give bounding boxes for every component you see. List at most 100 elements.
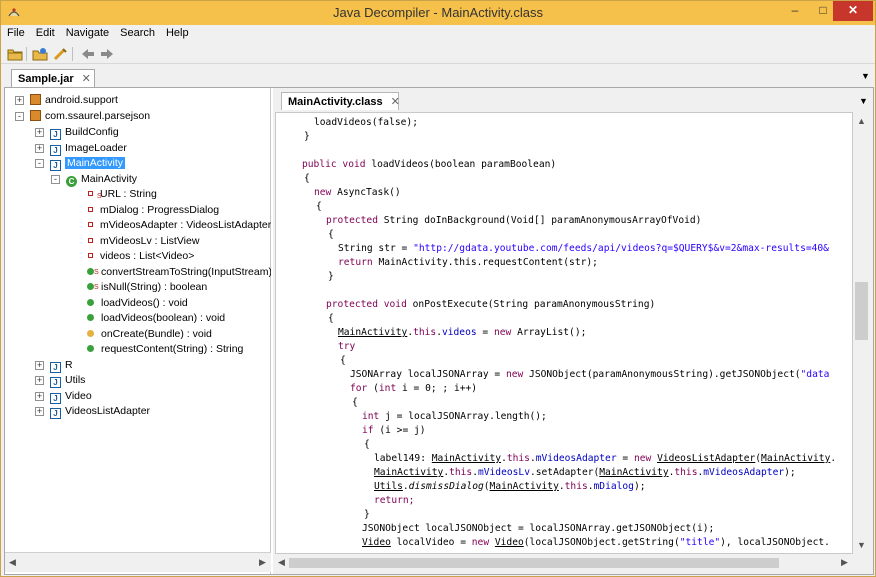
tree-item-method-oncreate[interactable]: onCreate(Bundle) : void (85, 326, 212, 342)
private-field-icon (88, 253, 93, 258)
outer-tab-strip: Sample.jar ✕ ▼ (1, 67, 875, 87)
code-line: JSONArray localJSONArray = new JSONObjec… (350, 369, 830, 380)
code-line: { (352, 397, 358, 408)
tree-item-mainactivity-class[interactable]: - C MainActivity (51, 171, 137, 187)
tab-sample-jar[interactable]: Sample.jar ✕ (11, 69, 95, 87)
menu-file[interactable]: File (1, 25, 30, 39)
tree-horizontal-scrollbar[interactable]: ◀ ▶ (5, 552, 271, 572)
search-icon[interactable] (52, 47, 68, 61)
jar-panel: + android.support - com.ssaurel.parsejson … (4, 87, 874, 575)
private-field-icon (88, 222, 93, 227)
tree-item-utils[interactable]: + J Utils (35, 372, 85, 388)
menu-help[interactable]: Help (160, 25, 194, 39)
code-line: new AsyncTask() (314, 187, 401, 198)
menu-edit[interactable]: Edit (30, 25, 60, 39)
menu-search[interactable]: Search (114, 25, 160, 39)
expand-icon[interactable]: + (35, 144, 44, 153)
expand-icon[interactable]: + (35, 128, 44, 137)
code-line: loadVideos(false); (314, 117, 418, 128)
open-file-icon[interactable] (7, 47, 23, 61)
code-line: { (304, 173, 310, 184)
java-file-icon: J (50, 377, 61, 388)
tab-list-chevron-icon[interactable]: ▼ (859, 96, 868, 106)
code-line: Video localVideo = new Video(localJSONOb… (362, 537, 830, 548)
expand-icon[interactable]: + (35, 376, 44, 385)
package-icon (30, 94, 41, 105)
tree-item-method-convertstreamtostring[interactable]: SconvertStreamToString(InputStream) (85, 264, 271, 280)
minimize-button[interactable]: – (781, 1, 809, 21)
private-field-icon (88, 207, 93, 212)
class-icon: C (66, 176, 77, 187)
tree-item-field-mdialog[interactable]: mDialog : ProgressDialog (85, 202, 219, 218)
toolbar-separator (72, 47, 73, 61)
tree-item-r[interactable]: + J R (35, 357, 73, 373)
scroll-right-icon[interactable]: ▶ (841, 557, 848, 568)
app-window: Java Decompiler - MainActivity.class – □… (0, 0, 876, 577)
code-horizontal-scrollbar[interactable]: ◀ ▶ (275, 554, 853, 572)
close-button[interactable]: ✕ (833, 1, 873, 21)
code-line: MainActivity.this.mVideosLv.setAdapter(M… (374, 467, 796, 478)
expand-icon[interactable]: + (35, 361, 44, 370)
expand-icon[interactable]: + (35, 392, 44, 401)
tab-label: MainActivity.class (288, 96, 383, 108)
scroll-left-icon[interactable]: ◀ (278, 557, 285, 568)
code-line: int j = localJSONArray.length(); (362, 411, 547, 422)
code-line: MainActivity.this.videos = new ArrayList… (338, 327, 587, 338)
code-line: } (328, 271, 334, 282)
back-arrow-icon[interactable] (80, 47, 96, 61)
code-line: protected String doInBackground(Void[] p… (326, 215, 702, 226)
scrollbar-thumb[interactable] (289, 558, 779, 568)
code-line: { (316, 201, 322, 212)
scroll-down-icon[interactable]: ▼ (857, 540, 866, 550)
toolbar (1, 44, 875, 64)
code-line: { (328, 313, 334, 324)
close-tab-icon[interactable]: ✕ (82, 73, 91, 85)
code-vertical-scrollbar[interactable]: ▲ ▼ (853, 112, 871, 554)
close-tab-icon[interactable]: ✕ (391, 96, 400, 108)
toolbar-separator (26, 47, 27, 61)
code-line: { (364, 439, 370, 450)
tree-pane: + android.support - com.ssaurel.parsejson … (5, 88, 271, 574)
collapse-icon[interactable]: - (51, 175, 60, 184)
code-line: Utils.dismissDialog(MainActivity.this.mD… (374, 481, 646, 492)
scrollbar-thumb[interactable] (855, 282, 868, 340)
menu-bar: File Edit Navigate Search Help (1, 25, 875, 43)
collapse-icon[interactable]: - (35, 159, 44, 168)
tab-mainactivity-class[interactable]: MainActivity.class ✕ (281, 92, 400, 110)
code-line: { (328, 229, 334, 240)
scroll-left-icon[interactable]: ◀ (9, 557, 16, 568)
code-viewer[interactable]: loadVideos(false); } public void loadVid… (275, 112, 853, 554)
code-line: protected void onPostExecute(String para… (326, 299, 656, 310)
tree-item-videoslistadapter[interactable]: + J VideosListAdapter (35, 403, 150, 419)
forward-arrow-icon[interactable] (99, 47, 115, 61)
tree-item-method-requestcontent[interactable]: requestContent(String) : String (85, 341, 243, 357)
tree-item-mainactivity-file[interactable]: - J MainActivity (35, 155, 126, 171)
static-method-icon: S (87, 283, 99, 291)
tree-item-android-support[interactable]: + android.support (15, 92, 118, 108)
tree-item-buildconfig[interactable]: + J BuildConfig (35, 124, 119, 140)
expand-icon[interactable]: + (35, 407, 44, 416)
scroll-up-icon[interactable]: ▲ (857, 116, 866, 126)
open-type-icon[interactable] (32, 47, 48, 61)
tree-item-field-videos[interactable]: videos : List<Video> (85, 248, 194, 264)
public-method-icon (87, 299, 94, 306)
tree-item-video[interactable]: + J Video (35, 388, 92, 404)
code-line: label149: MainActivity.this.mVideosAdapt… (374, 453, 837, 464)
menu-navigate[interactable]: Navigate (60, 25, 114, 39)
tree-item-field-url[interactable]: S URL : String (85, 186, 157, 202)
class-tree: + android.support - com.ssaurel.parsejson … (5, 90, 271, 550)
tree-item-imageloader[interactable]: + J ImageLoader (35, 140, 127, 156)
tree-item-method-loadvideos-boolean[interactable]: loadVideos(boolean) : void (85, 310, 225, 326)
collapse-icon[interactable]: - (15, 112, 24, 121)
scroll-right-icon[interactable]: ▶ (259, 557, 266, 568)
tree-item-field-mvideoslv[interactable]: mVideosLv : ListView (85, 233, 199, 249)
title-bar[interactable]: Java Decompiler - MainActivity.class – □… (1, 1, 875, 25)
code-line: try (338, 341, 356, 352)
tree-item-method-loadvideos[interactable]: loadVideos() : void (85, 295, 188, 311)
protected-method-icon (87, 330, 94, 337)
tree-item-com-ssaurel-parsejson[interactable]: - com.ssaurel.parsejson (15, 108, 150, 124)
expand-icon[interactable]: + (15, 96, 24, 105)
tree-item-field-mvideosadapter[interactable]: mVideosAdapter : VideosListAdapter (85, 217, 271, 233)
tree-item-method-isnull[interactable]: SisNull(String) : boolean (85, 279, 207, 295)
tab-list-chevron-icon[interactable]: ▼ (861, 71, 870, 81)
